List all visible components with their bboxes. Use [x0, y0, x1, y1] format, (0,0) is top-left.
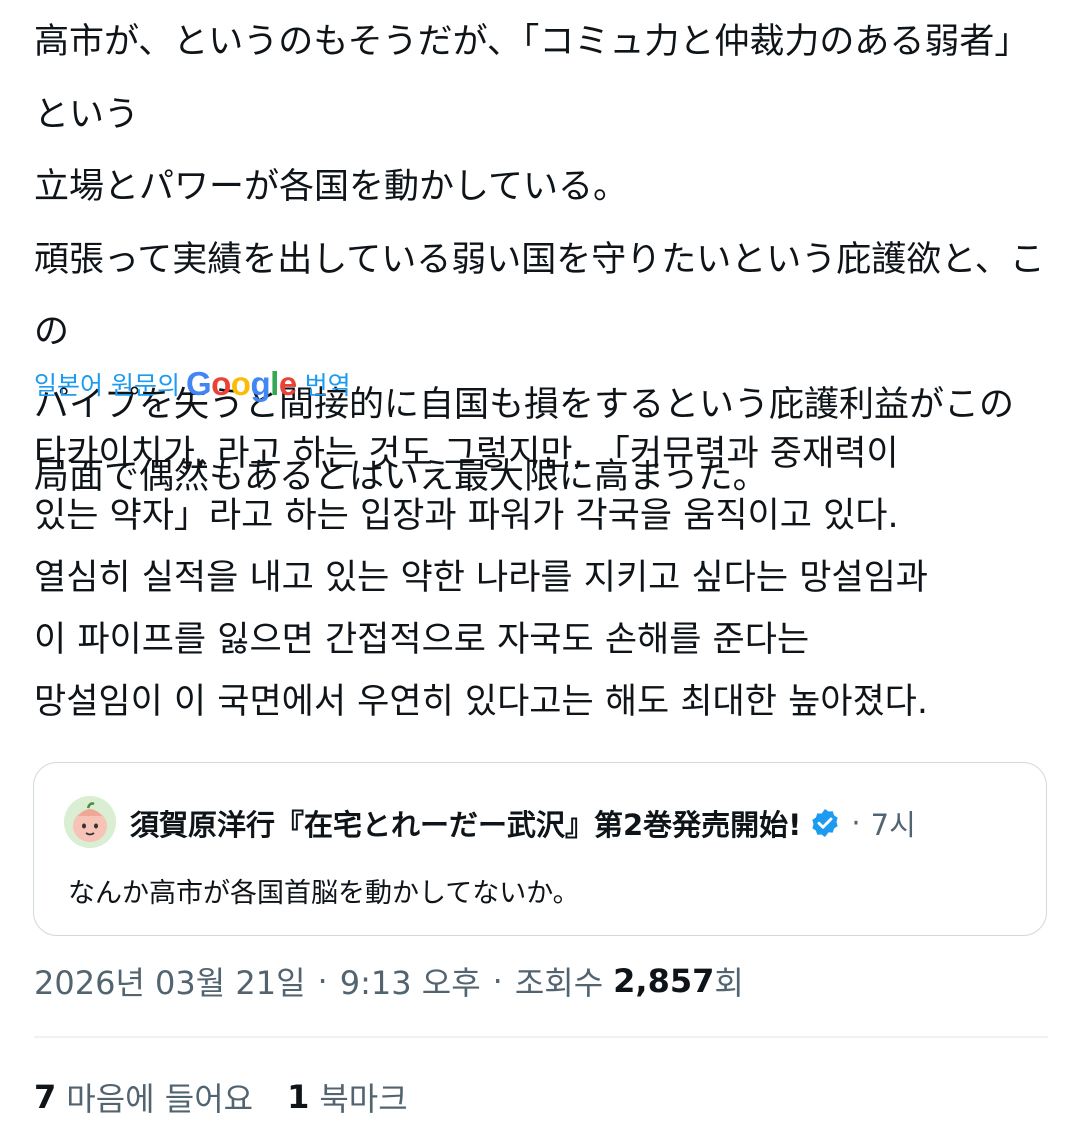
avatar[interactable]	[64, 796, 116, 848]
google-logo: Google	[186, 365, 297, 403]
likes-count[interactable]: 7	[34, 1078, 56, 1116]
post-metadata: 2026년 03월 21일 · 9:13 오후 · 조회수 2,857 회	[34, 956, 744, 1006]
engagement-stats: 7 마음에 들어요 1 북마크	[34, 1072, 408, 1122]
divider	[34, 1036, 1048, 1038]
views-label: 조회수	[514, 964, 604, 1002]
verified-badge-icon	[809, 807, 841, 839]
google-logo-letter: e	[278, 365, 297, 402]
avatar-peach-character-icon	[64, 796, 116, 848]
quoted-post-time[interactable]: 7시	[871, 802, 916, 844]
post-time[interactable]: 9:13 오후	[340, 958, 481, 1004]
google-logo-letter: g	[250, 365, 271, 402]
meta-separator: ·	[317, 962, 328, 1000]
post-date[interactable]: 2026년 03월 21일	[34, 958, 306, 1004]
translation-source-label: 일본어 원문의	[34, 371, 180, 400]
meta-separator: ·	[492, 962, 503, 1000]
translation-action-label: 번역	[304, 371, 351, 400]
quoted-author-name[interactable]: 須賀原洋行『在宅とれーだー武沢』第2巻発売開始!	[130, 802, 801, 844]
views-suffix: 회	[714, 964, 744, 1002]
translated-post-text: 타카이치가, 라고 하는 것도 그렇지만, 「커뮤력과 중재력이 있는 약자」라…	[34, 434, 929, 722]
quoted-post-card[interactable]: 須賀原洋行『在宅とれーだー武沢』第2巻発売開始! · 7시 なんか高市が各国首脳…	[33, 762, 1047, 936]
quoted-post-separator: ·	[851, 806, 861, 840]
google-logo-letter: o	[230, 365, 251, 402]
google-logo-letter: G	[185, 365, 212, 402]
quoted-post-header: 須賀原洋行『在宅とれーだー武沢』第2巻発売開始! · 7시	[130, 797, 916, 849]
quoted-post-text: なんか高市が各国首脳を動かしてないか。	[68, 878, 580, 909]
likes-label[interactable]: 마음에 들어요	[66, 1074, 253, 1120]
google-logo-letter: l	[270, 365, 279, 402]
translation-header[interactable]: 일본어 원문의 Google 번역	[34, 362, 351, 406]
google-logo-letter: o	[211, 365, 231, 402]
bookmarks-count[interactable]: 1	[287, 1078, 309, 1116]
views-count: 2,857	[613, 962, 715, 1000]
bookmarks-label[interactable]: 북마크	[319, 1074, 407, 1120]
